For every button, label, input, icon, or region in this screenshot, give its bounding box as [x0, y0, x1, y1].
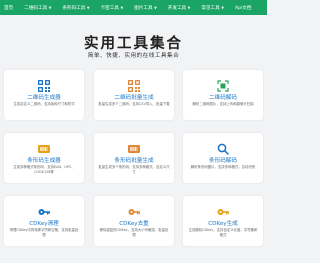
nav-item[interactable]: 开发工具 ▼ [163, 0, 197, 15]
chevron-down-icon: ▼ [154, 5, 157, 10]
nav-item-label: 二维码工具 [24, 5, 48, 11]
nav-item[interactable]: 二维码工具 ▼ [19, 0, 57, 15]
chevron-down-icon: ▼ [221, 5, 224, 10]
tool-card[interactable]: CDKey清理 清理CDKey中的特殊字符和空格，支持批量处理 [4, 196, 84, 246]
nav-item-label: 常见工具 [201, 5, 220, 11]
nav-item[interactable]: 卡密工具 ▼ [96, 0, 130, 15]
chevron-down-icon: ▼ [187, 5, 191, 10]
tool-card-description: 清理CDKey中的特殊字符和空格，支持批量处理 [9, 228, 79, 237]
nav-item[interactable]: Api文档 [230, 0, 258, 15]
tool-card[interactable]: 条形码批量生成 批量生成多个条形码，支持多种格式，自定义尺寸 [94, 133, 174, 183]
tool-card-description: 生成随机CDKey，支持自定义长度、字符集和格式 [188, 228, 258, 237]
chevron-down-icon: ▼ [86, 5, 90, 10]
tool-card-title: 条形码解码 [209, 158, 237, 164]
tool-card-title: CDKey清理 [29, 221, 59, 227]
tool-card-description: 批量生成多个条形码，支持多种格式，自定义尺寸 [98, 165, 170, 174]
tool-card[interactable]: 条形码生成器 生成多种格式条形码，支持EAN、UPC、CODE128等 [4, 133, 84, 183]
key-icon [217, 203, 229, 215]
tool-card[interactable]: 二维码批量生成 批量生成多个二维码，支持CSV导入，批量下载 [94, 70, 174, 120]
top-navigation: 首页 二维码工具 ▼ 条形码工具 ▼ 卡密工具 ▼ 图片工具 ▼ 开发工具 ▼ 常见工具 ▼ Api文档 [0, 0, 267, 15]
nav-item[interactable]: 常见工具 ▼ [196, 0, 230, 15]
tool-card-description: 生成多种格式条形码，支持EAN、UPC、CODE128等 [13, 165, 75, 174]
nav-item-label: 图片工具 [134, 5, 153, 11]
scan-icon [217, 77, 229, 92]
page-title: 实用工具集合 [84, 36, 183, 52]
nav-item-label: Api文档 [234, 5, 252, 11]
tool-card[interactable]: 条形码解码 解析条形码图片，支持多种格式，自动识别 [183, 133, 263, 183]
search-icon [217, 140, 229, 155]
tool-card-description: 批量生成多个二维码，支持CSV导入，批量下载 [98, 102, 170, 106]
tool-card-title: 条形码生成器 [27, 158, 61, 164]
nav-item[interactable]: 首页 [0, 0, 19, 15]
page-subtitle: 简单、快捷、实用的在线工具集合 [87, 53, 180, 59]
tool-card[interactable]: CDKey生成 生成随机CDKey，支持自定义长度、字符集和格式 [183, 196, 263, 246]
barcode-icon [38, 140, 50, 153]
tool-card[interactable]: 二维码解码 解析二维码图片，支持上传和摄像头扫描 [183, 70, 263, 120]
tool-card-description: 解析条形码图片，支持多种格式，自动识别 [190, 165, 256, 169]
nav-item-label: 条形码工具 [62, 5, 86, 11]
nav-item-label: 卡密工具 [100, 5, 119, 11]
tool-card-description: 生成自定义二维码，支持各种尺寸和样式 [13, 102, 75, 106]
nav-item[interactable]: 图片工具 ▼ [129, 0, 163, 15]
tool-card-description: 移除重复的CDKey，支持大小写敏感，批量处理 [99, 228, 169, 237]
qrcode-batch-icon [128, 77, 140, 92]
barcode-batch-icon [128, 140, 140, 153]
hero-section: 实用工具集合 简单、快捷、实用的在线工具集合 [0, 15, 267, 65]
tool-card-title: 二维码生成器 [27, 95, 61, 101]
tool-card-title: CDKey生成 [208, 221, 238, 227]
tool-card-title: CDKey去重 [119, 221, 149, 227]
key-icon [38, 203, 50, 215]
nav-item-label: 首页 [4, 5, 14, 11]
nav-item[interactable]: 条形码工具 ▼ [57, 0, 95, 15]
tool-card-description: 解析二维码图片，支持上传和摄像头扫描 [192, 102, 254, 106]
chevron-down-icon: ▼ [48, 5, 52, 10]
tool-card-title: 二维码解码 [209, 95, 237, 101]
qrcode-icon [38, 77, 50, 92]
tool-card-title: 条形码批量生成 [114, 158, 154, 164]
tool-card[interactable]: 二维码生成器 生成自定义二维码，支持各种尺寸和样式 [4, 70, 84, 120]
chevron-down-icon: ▼ [120, 5, 124, 10]
tool-card[interactable]: CDKey去重 移除重复的CDKey，支持大小写敏感，批量处理 [94, 196, 174, 246]
key-icon [128, 203, 140, 215]
tool-card-title: 二维码批量生成 [114, 95, 154, 101]
nav-item-label: 开发工具 [167, 5, 187, 11]
